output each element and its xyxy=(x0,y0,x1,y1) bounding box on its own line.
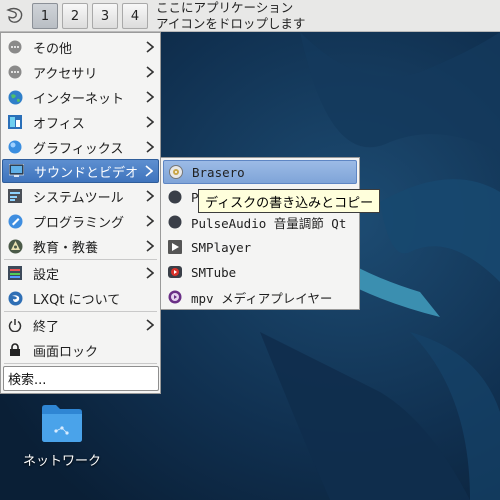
chevron-right-icon xyxy=(144,319,156,331)
lxqt-logo-icon xyxy=(6,7,23,23)
chevron-right-icon xyxy=(144,240,156,252)
graphics-icon xyxy=(7,139,23,155)
generic-app-icon xyxy=(167,189,183,205)
settings-icon xyxy=(7,265,23,281)
submenu-item-label: SMTube xyxy=(191,264,237,280)
desktop-icon-label: ネットワーク xyxy=(22,454,101,469)
menu-separator xyxy=(4,311,157,312)
menu-item-about-lxqt[interactable]: LXQt について xyxy=(2,286,159,310)
lxqt-icon xyxy=(7,290,23,306)
menu-item-office[interactable]: オフィス xyxy=(2,110,159,134)
menu-search-input[interactable]: 検索... xyxy=(3,366,159,391)
menu-item-accessories[interactable]: アクセサリ xyxy=(2,60,159,84)
menu-item-label: サウンドとビデオ xyxy=(34,165,139,181)
top-panel: 1 2 3 4 ここにアプリケーション アイコンをドロップします xyxy=(0,0,500,32)
system-tools-icon xyxy=(7,188,23,204)
workspace-1-button[interactable]: 1 xyxy=(32,3,58,29)
chevron-right-icon xyxy=(144,141,156,153)
menu-separator xyxy=(4,363,157,364)
menu-item-label: オフィス xyxy=(33,116,85,132)
menu-item-label: インターネット xyxy=(33,91,125,107)
menu-item-system-tools[interactable]: システムツール xyxy=(2,184,159,208)
submenu-item-label: Brasero xyxy=(192,164,245,180)
smtube-icon xyxy=(167,264,183,280)
submenu-item-label: mpv メディアプレイヤー xyxy=(191,290,333,306)
menu-item-label: システムツール xyxy=(33,190,124,206)
menu-item-internet[interactable]: インターネット xyxy=(2,85,159,109)
menu-separator xyxy=(4,259,157,260)
chevron-right-icon xyxy=(144,66,156,78)
workspace-3-button[interactable]: 3 xyxy=(92,3,118,29)
drop-hint-line1: ここにアプリケーション xyxy=(156,0,294,15)
sound-video-submenu: Brasero P PulseAudio 音量調節 Qt SMPlayer SM… xyxy=(160,157,360,310)
menu-item-label: LXQt について xyxy=(33,292,121,308)
menu-item-sound-video[interactable]: サウンドとビデオ xyxy=(2,159,159,183)
menu-item-label: グラフィックス xyxy=(33,141,124,157)
smplayer-icon xyxy=(167,239,183,255)
menu-item-other[interactable]: その他 xyxy=(2,35,159,59)
mpv-icon xyxy=(167,289,183,305)
application-menu: その他 アクセサリ インターネット オフィス グラフィックス サウンドとビデオ … xyxy=(0,32,161,394)
quicklaunch-drop-hint: ここにアプリケーション アイコンをドロップします xyxy=(156,0,305,32)
chevron-right-icon xyxy=(144,190,156,202)
submenu-item-brasero[interactable]: Brasero xyxy=(163,160,357,184)
office-icon xyxy=(7,114,23,130)
menu-item-label: 教育・教養 xyxy=(33,240,99,256)
submenu-item-mpv[interactable]: mpv メディアプレイヤー xyxy=(163,285,357,309)
education-icon xyxy=(7,238,23,254)
menu-item-label: プログラミング xyxy=(33,215,125,231)
chevron-right-icon xyxy=(144,91,156,103)
globe-icon xyxy=(7,89,23,105)
menu-item-programming[interactable]: プログラミング xyxy=(2,209,159,233)
brasero-icon xyxy=(168,164,184,180)
drop-hint-line2: アイコンをドロップします xyxy=(156,16,306,31)
lock-icon xyxy=(7,342,23,358)
submenu-item-pulseaudio[interactable]: PulseAudio 音量調節 Qt xyxy=(163,210,357,234)
network-folder-icon xyxy=(42,405,82,442)
menu-item-label: 終了 xyxy=(33,319,60,335)
main-menu-button[interactable] xyxy=(2,2,28,30)
menu-item-settings[interactable]: 設定 xyxy=(2,261,159,285)
submenu-item-label: SMPlayer xyxy=(191,239,252,255)
menu-item-lock-screen[interactable]: 画面ロック xyxy=(2,338,159,362)
menu-item-label: その他 xyxy=(33,41,73,57)
submenu-item-smtube[interactable]: SMTube xyxy=(163,260,357,284)
menu-item-education[interactable]: 教育・教養 xyxy=(2,234,159,258)
multimedia-icon xyxy=(8,163,24,179)
menu-item-label: 画面ロック xyxy=(33,344,99,360)
accessories-icon xyxy=(7,64,23,80)
pulseaudio-icon xyxy=(167,214,183,230)
workspace-2-button[interactable]: 2 xyxy=(62,3,88,29)
submenu-item-smplayer[interactable]: SMPlayer xyxy=(163,235,357,259)
chevron-right-icon xyxy=(144,116,156,128)
chevron-right-icon xyxy=(144,215,156,227)
menu-item-graphics[interactable]: グラフィックス xyxy=(2,135,159,159)
chevron-right-icon xyxy=(144,41,156,53)
submenu-item-label: PulseAudio 音量調節 Qt xyxy=(191,215,347,231)
menu-item-label: アクセサリ xyxy=(33,66,98,82)
chevron-right-icon xyxy=(144,267,156,279)
workspace-4-button[interactable]: 4 xyxy=(122,3,148,29)
menu-item-label: 設定 xyxy=(33,267,60,283)
power-icon xyxy=(7,317,23,333)
menu-item-leave[interactable]: 終了 xyxy=(2,313,159,337)
more-icon xyxy=(7,39,23,55)
tooltip: ディスクの書き込みとコピー xyxy=(198,189,381,213)
programming-icon xyxy=(7,213,23,229)
chevron-right-icon xyxy=(143,165,155,177)
desktop-icon-network[interactable]: ネットワーク xyxy=(22,402,102,472)
